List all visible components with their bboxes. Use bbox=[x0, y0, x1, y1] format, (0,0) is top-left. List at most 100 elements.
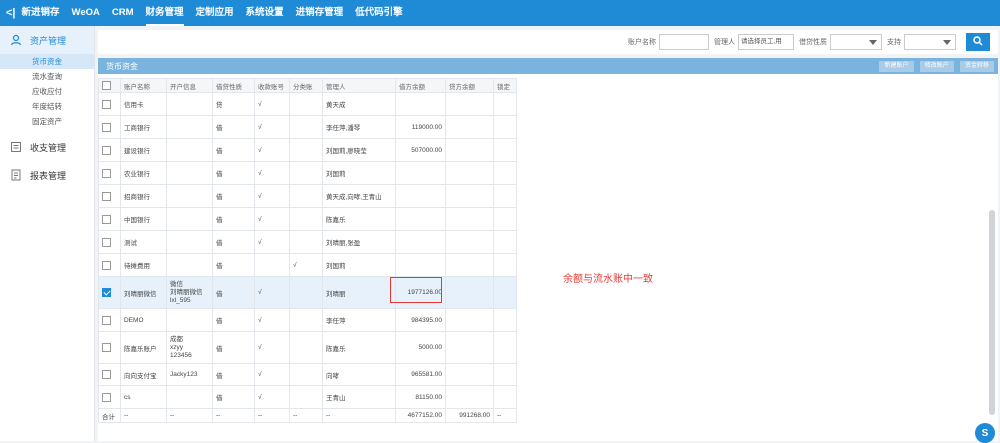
sidebar-subitem[interactable]: 货币资金 bbox=[0, 54, 94, 69]
row-checkbox-cell bbox=[98, 138, 121, 162]
float-help-button[interactable]: S bbox=[975, 423, 995, 443]
transfer-funds-button[interactable]: 资金转移 bbox=[959, 61, 994, 72]
support-select[interactable] bbox=[904, 34, 956, 50]
open-info-line: 刘晴丽微信 bbox=[170, 288, 203, 296]
sub-ledger-cell bbox=[289, 184, 323, 208]
debit-balance-cell: 984395.00 bbox=[395, 308, 446, 332]
table-row[interactable]: 向向支付宝 Jacky123 借 √ 向哮 965581.00 bbox=[98, 363, 517, 386]
sidebar-group-assets[interactable]: 资产管理 bbox=[0, 26, 94, 54]
search-button[interactable] bbox=[966, 33, 990, 51]
table-row[interactable]: 信用卡 贷 √ 黄天成 bbox=[98, 92, 517, 116]
filter-bar: 账户名称 管理人 请选择员工,用 借贷性质 支持 bbox=[98, 30, 998, 54]
open-info-cell bbox=[166, 138, 213, 162]
receive-account-cell: √ bbox=[254, 184, 290, 208]
table-row[interactable]: 建设银行 借 √ 刘国莉,廖晓莹 507000.00 bbox=[98, 138, 517, 162]
table-row[interactable]: 测试 借 √ 刘晴丽,张盈 bbox=[98, 230, 517, 254]
account-name-cell: 农业银行 bbox=[120, 161, 167, 185]
table-row[interactable]: 招商银行 借 √ 黄天成,向哮,王青山 bbox=[98, 184, 517, 208]
back-button[interactable]: <| bbox=[6, 7, 16, 19]
column-header: 账户名称 bbox=[120, 78, 167, 93]
debit-credit-cell: 借 bbox=[212, 161, 255, 185]
nav-item[interactable]: 进销存管理 bbox=[296, 0, 344, 26]
account-name-cell: 待摊费用 bbox=[120, 253, 167, 277]
receive-account-cell bbox=[254, 253, 290, 277]
sidebar-group-reports[interactable]: 报表管理 bbox=[0, 161, 94, 189]
nav-item[interactable]: 低代码引擎 bbox=[355, 0, 403, 26]
manager-cell: 刘国莉 bbox=[322, 253, 396, 277]
manager-cell: 刘国莉,廖晓莹 bbox=[322, 138, 396, 162]
table-row[interactable]: DEMO 借 √ 李任萍 984395.00 bbox=[98, 308, 517, 332]
row-checkbox[interactable] bbox=[102, 145, 111, 155]
account-name-label: 账户名称 bbox=[628, 39, 656, 46]
row-checkbox[interactable] bbox=[102, 168, 111, 178]
table-row[interactable]: 待摊费用 借 √ 刘国莉 bbox=[98, 253, 517, 277]
account-name-input[interactable] bbox=[659, 34, 709, 50]
row-checkbox[interactable] bbox=[102, 99, 111, 109]
row-checkbox-cell bbox=[98, 161, 121, 185]
row-checkbox[interactable] bbox=[102, 122, 111, 132]
total-cell: -- bbox=[289, 408, 323, 423]
row-checkbox[interactable] bbox=[102, 315, 111, 325]
account-name-cell: 信用卡 bbox=[120, 92, 167, 116]
sub-ledger-cell bbox=[289, 207, 323, 231]
table-row[interactable]: 农业银行 借 √ 刘国莉 bbox=[98, 161, 517, 185]
row-checkbox[interactable] bbox=[102, 237, 111, 247]
credit-balance-cell bbox=[445, 138, 494, 162]
debit-credit-cell: 借 bbox=[212, 308, 255, 332]
row-checkbox-cell bbox=[98, 363, 121, 386]
row-checkbox-cell bbox=[98, 207, 121, 231]
manager-cell: 李任萍 bbox=[322, 308, 396, 332]
total-cell: -- bbox=[254, 408, 290, 423]
row-checkbox[interactable] bbox=[102, 260, 111, 270]
credit-balance-cell bbox=[445, 184, 494, 208]
table-row[interactable]: cs 借 √ 王青山 81150.00 bbox=[98, 385, 517, 409]
debit-credit-cell: 借 bbox=[212, 138, 255, 162]
open-info-cell bbox=[166, 207, 213, 231]
sub-ledger-cell bbox=[289, 138, 323, 162]
row-checkbox[interactable] bbox=[102, 392, 111, 402]
nav-item[interactable]: 财务管理 bbox=[145, 0, 184, 26]
debit-credit-select[interactable] bbox=[830, 34, 882, 50]
row-checkbox-cell bbox=[98, 92, 121, 116]
table-row[interactable]: 刘晴丽微信 微信 刘晴丽微信 lxl_595 借 √ 刘晴丽 1977126.00 bbox=[98, 276, 517, 309]
nav-item[interactable]: CRM bbox=[112, 0, 134, 26]
account-name-cell: 招商银行 bbox=[120, 184, 167, 208]
nav-item[interactable]: 系统设置 bbox=[246, 0, 284, 26]
sidebar-subitem[interactable]: 应收应付 bbox=[0, 84, 94, 99]
sidebar-group-label: 资产管理 bbox=[30, 35, 67, 46]
sidebar-group-label: 收支管理 bbox=[30, 142, 67, 153]
row-checkbox[interactable] bbox=[102, 288, 111, 297]
manager-input[interactable]: 请选择员工,用 bbox=[738, 34, 794, 50]
nav-item[interactable]: WeOA bbox=[72, 0, 100, 26]
new-account-button[interactable]: 新建账户 bbox=[879, 61, 914, 72]
nav-item[interactable]: 定制应用 bbox=[196, 0, 234, 26]
sidebar-subitem[interactable]: 固定资产 bbox=[0, 114, 94, 129]
credit-balance-cell bbox=[445, 363, 494, 386]
nav-item[interactable]: 新进销存 bbox=[22, 0, 60, 26]
column-header: 收款账号 bbox=[254, 78, 290, 93]
column-header: 开户信息 bbox=[166, 78, 213, 93]
lock-cell bbox=[493, 184, 517, 208]
row-checkbox[interactable] bbox=[102, 370, 111, 379]
user-icon bbox=[10, 34, 22, 46]
select-all-checkbox[interactable] bbox=[102, 81, 111, 90]
manager-cell: 王青山 bbox=[322, 385, 396, 409]
row-checkbox[interactable] bbox=[102, 343, 111, 352]
table-row[interactable]: 工商银行 借 √ 李任萍,潘琴 119000.00 bbox=[98, 115, 517, 139]
receive-account-cell: √ bbox=[254, 230, 290, 254]
receive-account-cell: √ bbox=[254, 308, 290, 332]
sidebar-group-income-expense[interactable]: 收支管理 bbox=[0, 133, 94, 161]
table-row[interactable]: 中国银行 借 √ 陈嘉乐 bbox=[98, 207, 517, 231]
debit-credit-cell: 借 bbox=[212, 385, 255, 409]
sub-ledger-cell bbox=[289, 363, 323, 386]
sidebar-subitem[interactable]: 年度结转 bbox=[0, 99, 94, 114]
row-checkbox[interactable] bbox=[102, 191, 111, 201]
row-checkbox[interactable] bbox=[102, 214, 111, 224]
sidebar-subitem[interactable]: 流水查询 bbox=[0, 69, 94, 84]
edit-account-button[interactable]: 修改账户 bbox=[919, 61, 954, 72]
scrollbar[interactable] bbox=[989, 210, 995, 415]
table-row[interactable]: 陈嘉乐账户 成都 xzyy 123456 借 √ 陈嘉乐 5000.00 bbox=[98, 331, 517, 364]
receive-account-cell: √ bbox=[254, 363, 290, 386]
open-info-cell bbox=[166, 115, 213, 139]
lock-cell bbox=[493, 331, 517, 364]
